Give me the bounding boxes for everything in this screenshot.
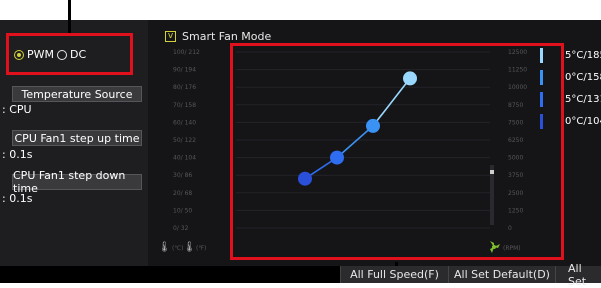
temp-tick-label: 40/ 104: [173, 155, 196, 162]
temp-tick-label: 60/ 140: [173, 119, 196, 126]
sensor-bar: [540, 70, 543, 85]
graph-highlight-box: [230, 43, 564, 260]
temp-tick-label: 20/ 68: [173, 190, 192, 197]
temperature-axis: 100/ 212 90/ 194 80/ 176 70/ 158 60/ 140 50/ …: [173, 49, 200, 232]
sensor-bar: [540, 48, 543, 63]
temp-tick-label: 50/ 122: [173, 137, 196, 144]
all-set-button[interactable]: All Set: [555, 262, 601, 288]
thermometer-c-icon: 🌡: [158, 241, 171, 253]
thermometer-f-icon: 🌡: [183, 241, 196, 253]
temp-tick-label: 30/ 86: [173, 172, 192, 179]
temp-unit-c: (℃): [172, 245, 183, 252]
temp-tick-label: 80/ 176: [173, 84, 196, 91]
temp-tick-label: 70/ 158: [173, 102, 196, 109]
all-full-speed-button[interactable]: All Full Speed(F): [340, 266, 448, 283]
temp-unit-f: (℉): [196, 245, 206, 252]
sensor-bar: [540, 114, 543, 129]
all-set-default-button[interactable]: All Set Default(D): [448, 266, 555, 283]
temp-tick-label: 10/ 50: [173, 207, 192, 214]
sensor-reading: 5°C/131: [565, 94, 601, 105]
temp-tick-label: 0/ 32: [173, 225, 189, 232]
temp-tick-label: 90/ 194: [173, 67, 196, 74]
sensor-bar: [540, 92, 543, 107]
sensor-reading: 5°C/185: [565, 50, 601, 61]
sensor-reading: 0°C/104: [565, 116, 601, 127]
temp-tick-label: 100/ 212: [173, 49, 200, 56]
sensor-reading: 0°C/158: [565, 72, 601, 83]
